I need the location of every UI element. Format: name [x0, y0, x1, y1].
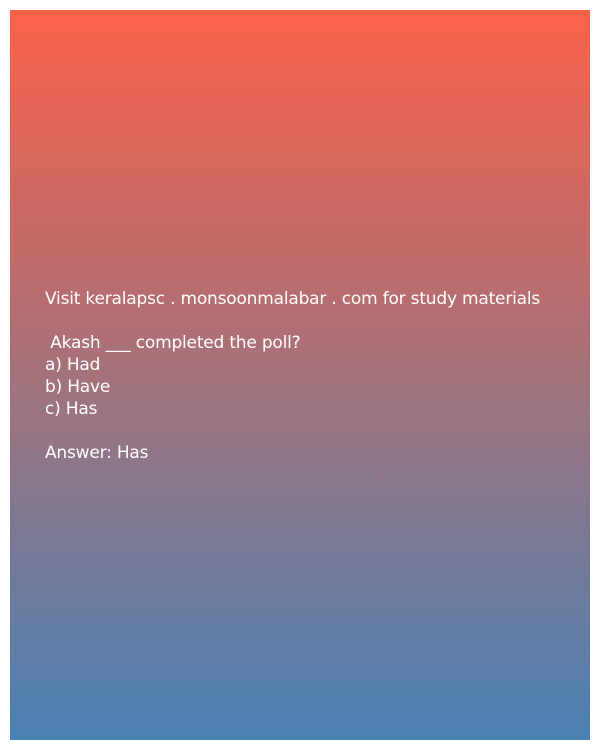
option-c: c) Has: [45, 399, 98, 419]
option-b: b) Have: [45, 377, 111, 397]
quiz-content: Visit keralapsc . monsoonmalabar . com f…: [45, 288, 585, 464]
question-text: Akash ___ completed the poll?: [45, 333, 301, 353]
header-text: Visit keralapsc . monsoonmalabar . com f…: [45, 289, 541, 309]
option-a: a) Had: [45, 355, 101, 375]
answer-text: Answer: Has: [45, 443, 149, 463]
quiz-card: Visit keralapsc . monsoonmalabar . com f…: [10, 10, 590, 740]
